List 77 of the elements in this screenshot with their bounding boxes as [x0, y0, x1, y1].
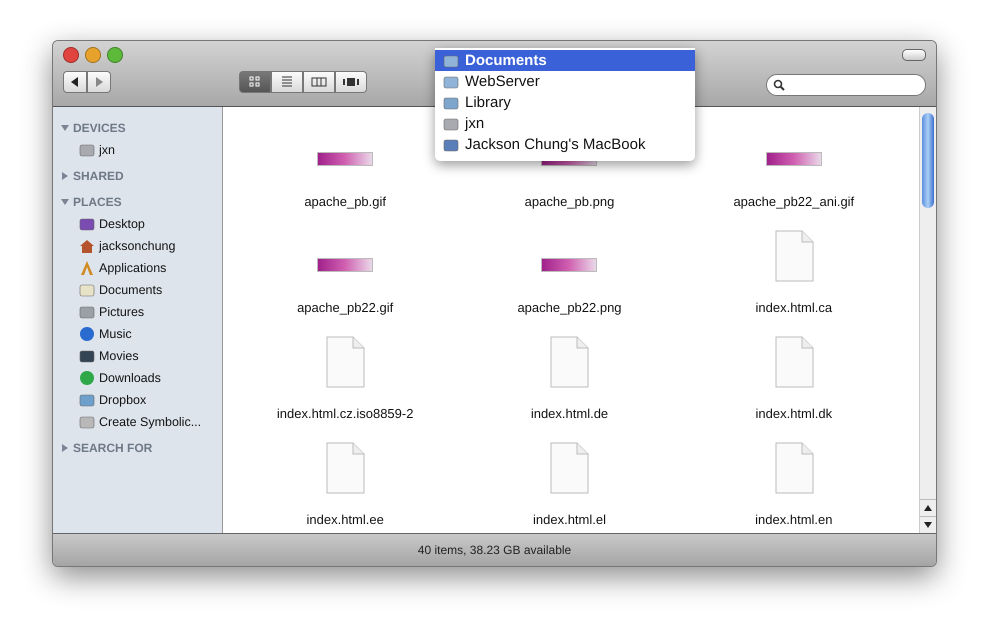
file-name[interactable]: index.html.cz.iso8859-2	[276, 406, 414, 421]
zoom-button[interactable]	[107, 47, 123, 63]
sidebar-item-label: Desktop	[99, 217, 145, 231]
status-text: 40 items, 38.23 GB available	[418, 543, 572, 557]
file-name[interactable]: index.html.ca	[756, 300, 832, 315]
sidebar-item[interactable]: jacksonchung	[53, 235, 222, 257]
search-icon	[773, 79, 785, 91]
path-menu-item[interactable]: Documents	[435, 50, 695, 71]
file-name[interactable]: index.html.dk	[756, 406, 832, 421]
sidebar-item[interactable]: Create Symbolic...	[53, 411, 222, 433]
image-thumbnail[interactable]	[541, 258, 598, 272]
back-button[interactable]	[63, 71, 87, 93]
sidebar-item-label: jxn	[99, 143, 115, 157]
view-button[interactable]	[239, 71, 271, 93]
sidebar-item-label: Pictures	[99, 305, 144, 319]
view-button[interactable]	[335, 71, 367, 93]
sidebar-item-label: jacksonchung	[99, 239, 176, 253]
file-name[interactable]: index.html.de	[530, 406, 608, 421]
file-name[interactable]: apache_pb22_ani.gif	[733, 194, 854, 209]
path-menu-item[interactable]: Jackson Chung's MacBook	[435, 134, 695, 155]
sidebar-item[interactable]: Documents	[53, 279, 222, 301]
sidebar-item[interactable]: Movies	[53, 345, 222, 367]
sidebar-item[interactable]: Applications	[53, 257, 222, 279]
path-menu-item[interactable]: Library	[435, 92, 695, 113]
sidebar-item[interactable]: Desktop	[53, 213, 222, 235]
toolbar-toggle-button[interactable]	[902, 49, 926, 61]
right-triangle-icon	[95, 77, 103, 87]
view-button[interactable]	[271, 71, 303, 93]
scroll-down-icon[interactable]	[924, 522, 932, 528]
file-name[interactable]: index.html.ee	[306, 512, 384, 527]
image-thumbnail[interactable]	[766, 152, 822, 166]
sidebar-item[interactable]: Pictures	[53, 301, 222, 323]
view-button[interactable]	[303, 71, 335, 93]
file-name[interactable]: index.html.el	[533, 512, 606, 527]
icon-view-icon	[249, 76, 261, 88]
sidebar-item-label: Music	[99, 327, 132, 341]
scroll-thumb[interactable]	[922, 113, 934, 208]
minimize-button[interactable]	[85, 47, 101, 63]
sidebar-item-label: Create Symbolic...	[99, 415, 202, 429]
scroll-up-icon[interactable]	[924, 505, 932, 511]
sidebar-item-label: Downloads	[99, 371, 161, 385]
menu-item-label: Documents	[465, 52, 547, 69]
menu-item-label: Jackson Chung's MacBook	[465, 136, 646, 153]
disclosure-triangle-icon[interactable]	[61, 172, 69, 180]
disclosure-triangle-icon[interactable]	[61, 198, 69, 206]
sidebar-item-label: Movies	[99, 349, 139, 363]
file-name[interactable]: apache_pb22.gif	[297, 300, 394, 315]
sidebar-item[interactable]: jxn	[53, 139, 222, 161]
list-view-icon	[281, 75, 293, 89]
search-field[interactable]	[766, 74, 926, 96]
menu-item-label: Library	[465, 94, 511, 111]
image-thumbnail[interactable]	[317, 152, 374, 166]
menu-item-label: jxn	[465, 115, 484, 132]
sidebar-item-label: Applications	[99, 261, 166, 275]
cover-flow-icon	[342, 77, 360, 87]
menu-item-label: WebServer	[465, 73, 540, 90]
columns-view-icon	[311, 77, 327, 87]
sidebar-item[interactable]: Music	[53, 323, 222, 345]
close-button[interactable]	[63, 47, 79, 63]
sidebar-item[interactable]: Dropbox	[53, 389, 222, 411]
sidebar-item[interactable]: Downloads	[53, 367, 222, 389]
file-name[interactable]: index.html.en	[755, 512, 832, 527]
left-triangle-icon	[71, 77, 79, 87]
vertical-scrollbar[interactable]	[919, 107, 936, 533]
disclosure-triangle-icon[interactable]	[61, 124, 69, 132]
file-name[interactable]: apache_pb.png	[524, 194, 614, 209]
path-menu-item[interactable]: WebServer	[435, 71, 695, 92]
house-icon	[79, 238, 95, 254]
path-menu-item[interactable]: jxn	[435, 113, 695, 134]
forward-button[interactable]	[87, 71, 111, 93]
sidebar-item-label: Dropbox	[99, 393, 146, 407]
applications-icon	[79, 260, 95, 276]
sidebar-item-label: Documents	[99, 283, 162, 297]
file-name[interactable]: apache_pb22.png	[517, 300, 622, 315]
image-thumbnail[interactable]	[317, 258, 374, 272]
disclosure-triangle-icon[interactable]	[61, 444, 69, 452]
file-name[interactable]: apache_pb.gif	[304, 194, 386, 209]
